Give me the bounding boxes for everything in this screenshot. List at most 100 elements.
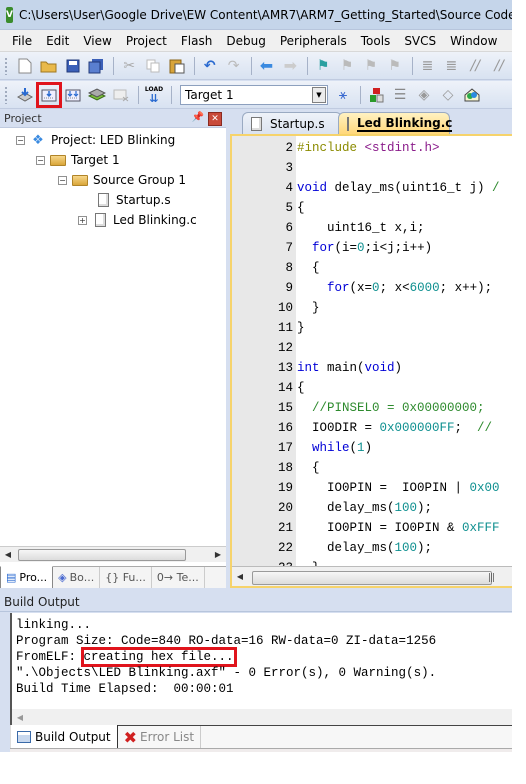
tree-item-project[interactable]: − ❖ Project: LED Blinking xyxy=(16,130,175,150)
select-packs-icon[interactable]: ◈ xyxy=(413,84,435,106)
build-output-text[interactable]: linking... Program Size: Code=840 RO-dat… xyxy=(10,613,512,709)
new-file-icon[interactable] xyxy=(14,55,36,77)
code-text: for(i=0;i<j;i++) xyxy=(296,240,432,256)
redo-icon[interactable]: ↷ xyxy=(223,55,245,77)
menu-peripherals[interactable]: Peripherals xyxy=(274,34,355,48)
code-line[interactable]: 2 #include <stdint.h> xyxy=(232,140,512,156)
tab-error-list[interactable]: ✖ Error List xyxy=(118,726,202,748)
run-time-environment-icon[interactable] xyxy=(461,84,483,106)
collapse-toggle[interactable]: − xyxy=(36,155,45,165)
translate-icon[interactable] xyxy=(14,84,36,106)
code-line[interactable]: 4 void delay_ms(uint16_t j) / xyxy=(232,180,512,196)
code-line[interactable]: 8 { xyxy=(232,260,512,276)
code-line[interactable]: 16 IO0DIR = 0x000000FF; // xyxy=(232,420,512,436)
load-icon[interactable]: LOAD ⇊ xyxy=(143,84,165,106)
expand-toggle[interactable]: + xyxy=(78,215,87,225)
toolbar-grip[interactable] xyxy=(4,56,8,75)
tab-functions[interactable]: {} Fu... xyxy=(100,567,152,588)
uncomment-icon[interactable]: // xyxy=(488,55,510,77)
tree-item-source-group[interactable]: − Source Group 1 xyxy=(58,170,186,190)
editor-horizontal-scrollbar[interactable]: ◀ ||| xyxy=(232,566,512,586)
menu-file[interactable]: File xyxy=(6,34,40,48)
build-output-horizontal-scrollbar[interactable]: ◀ xyxy=(10,709,512,725)
tab-led-blinking-c[interactable]: Led Blinking.c xyxy=(338,112,453,134)
open-folder-icon[interactable] xyxy=(38,55,60,77)
code-line[interactable]: 10 } xyxy=(232,300,512,316)
code-line[interactable]: 6 uint16_t x,i; xyxy=(232,220,512,236)
collapse-toggle[interactable]: − xyxy=(16,135,25,145)
paste-icon[interactable] xyxy=(166,55,188,77)
code-line[interactable]: 5{ xyxy=(232,200,512,216)
collapse-toggle[interactable]: − xyxy=(58,175,67,185)
menu-window[interactable]: Window xyxy=(444,34,505,48)
nav-back-icon[interactable]: ⬅ xyxy=(256,55,278,77)
scroll-thumb[interactable] xyxy=(252,570,492,585)
manage-project-items-icon[interactable]: ☰ xyxy=(389,84,411,106)
code-line[interactable]: 3 xyxy=(232,160,512,176)
menu-edit[interactable]: Edit xyxy=(40,34,77,48)
code-line[interactable]: 7 for(i=0;i<j;i++) xyxy=(232,240,512,256)
scroll-track[interactable] xyxy=(16,548,210,562)
menu-tools[interactable]: Tools xyxy=(355,34,399,48)
tree-item-startup[interactable]: Startup.s xyxy=(94,190,171,210)
scroll-right-icon[interactable]: ▶ xyxy=(210,547,226,563)
code-line[interactable]: 9 for(x=0; x<6000; x++); xyxy=(232,280,512,296)
tab-templates[interactable]: 0→ Te... xyxy=(152,567,205,588)
menu-help[interactable]: Help xyxy=(505,34,512,48)
target-select[interactable]: Target 1 ▼ xyxy=(180,84,328,105)
menu-project[interactable]: Project xyxy=(120,34,175,48)
next-bookmark-icon[interactable]: ⚑ xyxy=(360,55,382,77)
tree-item-led-blinking[interactable]: + Led Blinking.c xyxy=(78,210,197,230)
code-line[interactable]: 12 xyxy=(232,340,512,356)
menu-view[interactable]: View xyxy=(77,34,119,48)
code-line[interactable]: 11} xyxy=(232,320,512,336)
prev-bookmark-icon[interactable]: ⚑ xyxy=(336,55,358,77)
tree-item-target[interactable]: − Target 1 xyxy=(36,150,120,170)
menu-debug[interactable]: Debug xyxy=(220,34,273,48)
target-options-icon[interactable]: ⚹ xyxy=(332,84,354,106)
code-line[interactable]: 19 IO0PIN = IO0PIN | 0x00 xyxy=(232,480,512,496)
scroll-left-icon[interactable]: ◀ xyxy=(12,709,28,725)
undo-icon[interactable]: ↶ xyxy=(199,55,221,77)
scroll-track[interactable]: ||| xyxy=(248,570,512,585)
unindent-icon[interactable]: ≣ xyxy=(440,55,462,77)
code-line[interactable]: 13 int main(void) xyxy=(232,360,512,376)
scroll-left-icon[interactable]: ◀ xyxy=(232,569,248,585)
scroll-left-icon[interactable]: ◀ xyxy=(0,547,16,563)
pin-icon[interactable]: 📌 xyxy=(192,112,204,123)
save-icon[interactable] xyxy=(62,55,84,77)
code-line[interactable]: 22 delay_ms(100); xyxy=(232,540,512,556)
indent-icon[interactable]: ≣ xyxy=(417,55,439,77)
save-all-icon[interactable] xyxy=(86,55,108,77)
menu-svcs[interactable]: SVCS xyxy=(398,34,444,48)
tab-startup-s[interactable]: Startup.s xyxy=(242,112,342,134)
stop-build-icon[interactable] xyxy=(110,84,132,106)
batch-build-icon[interactable] xyxy=(86,84,108,106)
code-line[interactable]: 18 { xyxy=(232,460,512,476)
bookmark-icon[interactable]: ⚑ xyxy=(312,55,334,77)
cut-icon[interactable]: ✂ xyxy=(118,55,140,77)
toolbar-grip[interactable] xyxy=(4,85,8,104)
code-line[interactable]: 20 delay_ms(100); xyxy=(232,500,512,516)
rebuild-icon[interactable] xyxy=(62,84,84,106)
close-icon[interactable]: ✕ xyxy=(208,112,222,126)
scroll-thumb[interactable] xyxy=(18,548,186,561)
chevron-down-icon[interactable]: ▼ xyxy=(312,86,326,103)
tab-project[interactable]: ▤ Pro... xyxy=(0,566,54,588)
build-icon[interactable] xyxy=(36,81,62,108)
code-editor[interactable]: 2 #include <stdint.h> 3 4 void delay_ms(uint… xyxy=(232,136,512,566)
copy-icon[interactable] xyxy=(142,55,164,77)
menu-flash[interactable]: Flash xyxy=(175,34,220,48)
comment-icon[interactable]: // xyxy=(464,55,486,77)
clear-bookmarks-icon[interactable]: ⚑ xyxy=(384,55,406,77)
nav-forward-icon[interactable]: ➡ xyxy=(279,55,301,77)
tab-build-output[interactable]: Build Output xyxy=(10,725,118,748)
code-line[interactable]: 14 { xyxy=(232,380,512,396)
tab-books[interactable]: ◈ Bo... xyxy=(53,567,101,588)
code-line[interactable]: 17 while(1) xyxy=(232,440,512,456)
code-line[interactable]: 15 //PINSEL0 = 0x00000000; xyxy=(232,400,512,416)
pack-installer-icon[interactable]: ◇ xyxy=(437,84,459,106)
code-line[interactable]: 21 IO0PIN = IO0PIN & 0xFFF xyxy=(232,520,512,536)
project-horizontal-scrollbar[interactable]: ◀ ▶ xyxy=(0,546,226,562)
manage-components-icon[interactable] xyxy=(365,84,387,106)
